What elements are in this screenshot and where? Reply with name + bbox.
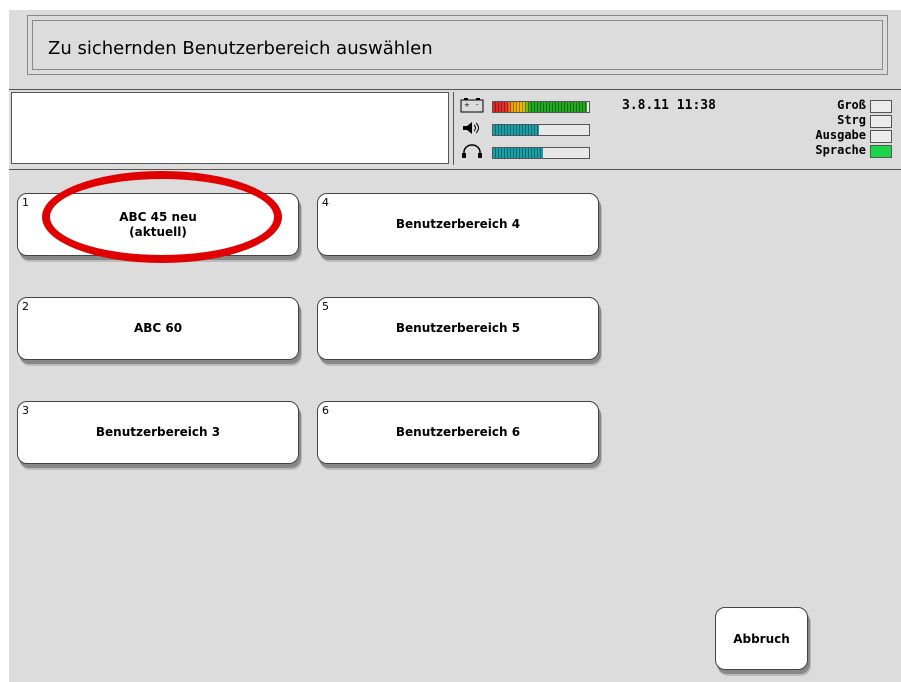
headphones-icon [460, 143, 484, 159]
flag-ausgabe: Ausgabe [772, 128, 892, 143]
flag-label: Sprache [815, 143, 866, 157]
flag-gross: Groß [772, 98, 892, 113]
speaker-icon [460, 120, 484, 136]
meter-panel: + - 3.8.11 11:38 Groß Strg Ausgabe Sprac… [453, 92, 898, 165]
headphones-volume-bar [492, 147, 590, 159]
headphones-meter [460, 143, 600, 159]
button-label: Benutzerbereich 5 [395, 321, 521, 335]
flag-indicator [870, 130, 892, 143]
headphones-volume-fill [493, 148, 543, 158]
speaker-meter [460, 120, 600, 136]
flag-indicator [870, 100, 892, 113]
battery-meter: + - [460, 97, 600, 113]
page-title: Zu sichernden Benutzerbereich auswählen [48, 38, 433, 59]
cancel-button[interactable]: Abbruch [715, 607, 808, 670]
user-area-button-5[interactable]: 5 Benutzerbereich 5 [317, 297, 599, 360]
user-area-button-4[interactable]: 4 Benutzerbereich 4 [317, 193, 599, 256]
svg-text:+: + [464, 101, 470, 109]
speaker-volume-fill [493, 125, 540, 135]
flag-label: Ausgabe [815, 128, 866, 142]
speaker-volume-bar [492, 124, 590, 136]
button-label: Benutzerbereich 4 [395, 217, 521, 231]
user-area-button-3[interactable]: 3 Benutzerbereich 3 [17, 401, 299, 464]
battery-level-fill [493, 102, 588, 112]
button-label: ABC 45 neu (aktuell) [119, 209, 197, 239]
flag-indicator [870, 145, 892, 158]
user-area-button-2[interactable]: 2 ABC 60 [17, 297, 299, 360]
status-flags: Groß Strg Ausgabe Sprache [772, 98, 892, 158]
user-area-button-6[interactable]: 6 Benutzerbereich 6 [317, 401, 599, 464]
status-row: + - 3.8.11 11:38 Groß Strg Ausgabe Sprac… [9, 89, 901, 170]
flag-strg: Strg [772, 113, 892, 128]
title-bar: Zu sichernden Benutzerbereich auswählen [27, 15, 888, 75]
flag-sprache: Sprache [772, 143, 892, 158]
flag-label: Groß [837, 98, 866, 112]
app-screen: Zu sichernden Benutzerbereich auswählen … [9, 10, 901, 682]
flag-indicator [870, 115, 892, 128]
date-time: 3.8.11 11:38 [622, 98, 716, 113]
button-label: ABC 60 [133, 321, 183, 335]
user-area-button-1[interactable]: 1 ABC 45 neu (aktuell) [17, 193, 299, 256]
button-label: Benutzerbereich 6 [395, 425, 521, 439]
battery-level-bar [492, 101, 590, 113]
battery-icon: + - [460, 97, 484, 113]
svg-text:-: - [476, 101, 479, 109]
message-box [11, 92, 449, 164]
button-label: Benutzerbereich 3 [95, 425, 221, 439]
flag-label: Strg [837, 113, 866, 127]
